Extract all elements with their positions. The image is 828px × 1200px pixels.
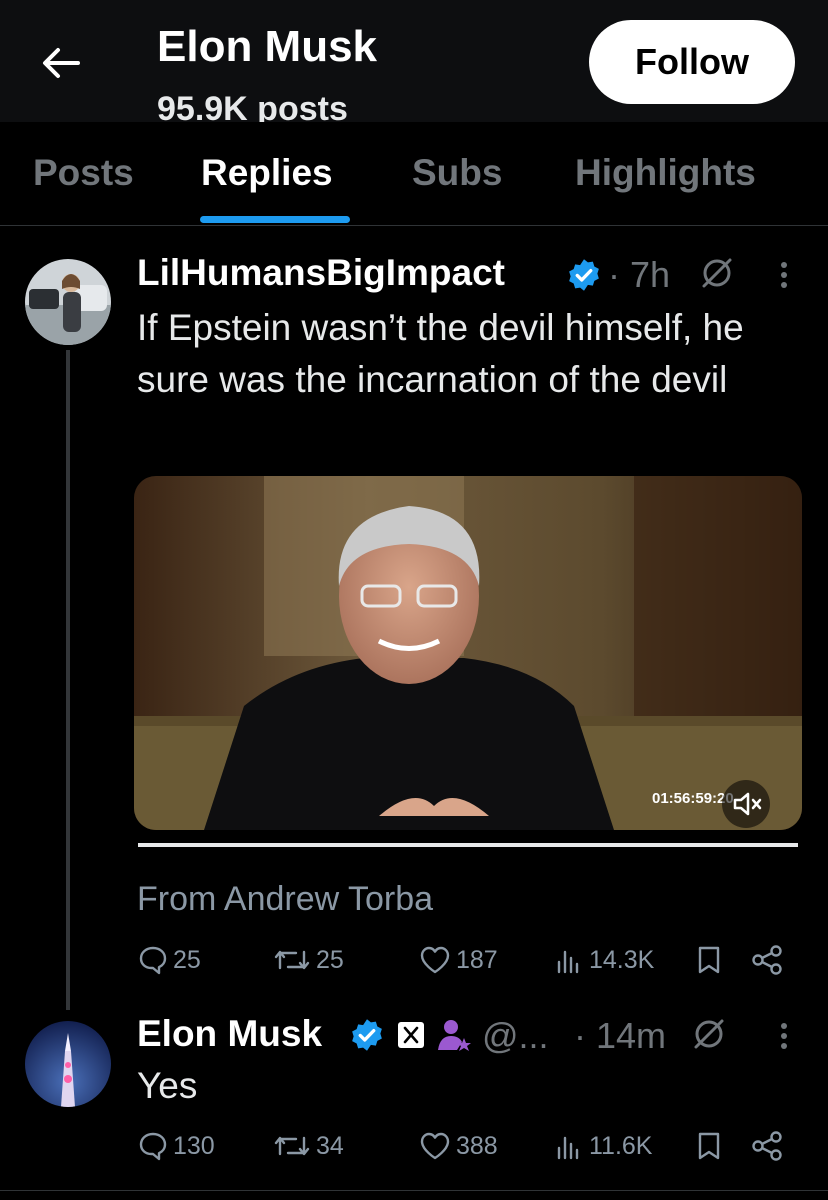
views-chart-icon [557, 1136, 579, 1160]
x-logo-icon [398, 1022, 424, 1048]
like-button[interactable]: 388 [418, 1130, 498, 1162]
reply-count: 130 [173, 1131, 215, 1160]
views-chart-icon [557, 950, 579, 974]
post-count: 95.9K posts [157, 90, 348, 122]
divider [0, 1190, 828, 1191]
tweet-author[interactable]: LilHumansBigImpact [137, 252, 505, 294]
active-tab-indicator [200, 216, 350, 223]
tab-subs[interactable]: Subs [412, 152, 502, 194]
reply-button[interactable]: 25 [137, 944, 201, 976]
repost-icon [274, 1136, 310, 1156]
repost-icon [274, 950, 310, 970]
avatar[interactable] [25, 1021, 111, 1107]
no-reply-icon [702, 258, 732, 288]
tweet-handle[interactable]: @... [482, 1015, 549, 1057]
mute-button[interactable] [722, 780, 770, 828]
share-icon[interactable] [750, 1130, 784, 1162]
repost-count: 34 [316, 1131, 344, 1160]
reply-icon [139, 946, 167, 975]
heart-icon [420, 1132, 450, 1160]
profile-name: Elon Musk [157, 22, 378, 71]
repost-button[interactable]: 34 [272, 1130, 344, 1162]
back-arrow-icon[interactable] [38, 40, 84, 86]
tweet-author[interactable]: Elon Musk [137, 1013, 322, 1055]
tweet-text: Yes [137, 1065, 198, 1106]
verified-badge-icon [352, 1019, 382, 1051]
avatar[interactable] [25, 259, 111, 345]
tab-posts[interactable]: Posts [33, 152, 134, 194]
bookmark-icon[interactable] [694, 944, 724, 976]
follow-button[interactable]: Follow [589, 20, 795, 104]
tab-highlights[interactable]: Highlights [575, 152, 756, 194]
video-progress-bar[interactable] [138, 843, 798, 847]
bookmark-icon[interactable] [694, 1130, 724, 1162]
views-button[interactable]: 14.3K [553, 944, 654, 976]
profile-tabs: Posts Replies Subs Highlights [0, 122, 828, 226]
speaker-muted-icon [733, 792, 762, 816]
tweet-time: · 14m [574, 1015, 667, 1056]
no-reply-icon [694, 1019, 724, 1049]
tweet-time: · 7h [608, 254, 671, 295]
media-source[interactable]: From Andrew Torba [137, 880, 433, 919]
video-player[interactable] [134, 476, 802, 830]
tweet-text: If Epstein wasn’t the devil himself, he … [137, 307, 744, 400]
like-button[interactable]: 187 [418, 944, 498, 976]
affiliate-person-icon [438, 1020, 471, 1051]
reply-count: 25 [173, 945, 201, 974]
repost-count: 25 [316, 945, 344, 974]
more-options-icon[interactable] [779, 1021, 789, 1051]
repost-button[interactable]: 25 [272, 944, 344, 976]
verified-badge-icon [569, 259, 599, 291]
like-count: 187 [456, 945, 498, 974]
like-count: 388 [456, 1131, 498, 1160]
view-count: 14.3K [589, 945, 655, 974]
more-options-icon[interactable] [779, 260, 789, 290]
reply-icon [139, 1132, 167, 1161]
view-count: 11.6K [589, 1131, 653, 1160]
heart-icon [420, 946, 450, 974]
reply-button[interactable]: 130 [137, 1130, 215, 1162]
tab-replies[interactable]: Replies [201, 152, 333, 194]
share-icon[interactable] [750, 944, 784, 976]
views-button[interactable]: 11.6K [553, 1130, 652, 1162]
profile-header: Elon Musk 95.9K posts Follow [0, 0, 828, 122]
thread-connector [66, 350, 70, 1010]
